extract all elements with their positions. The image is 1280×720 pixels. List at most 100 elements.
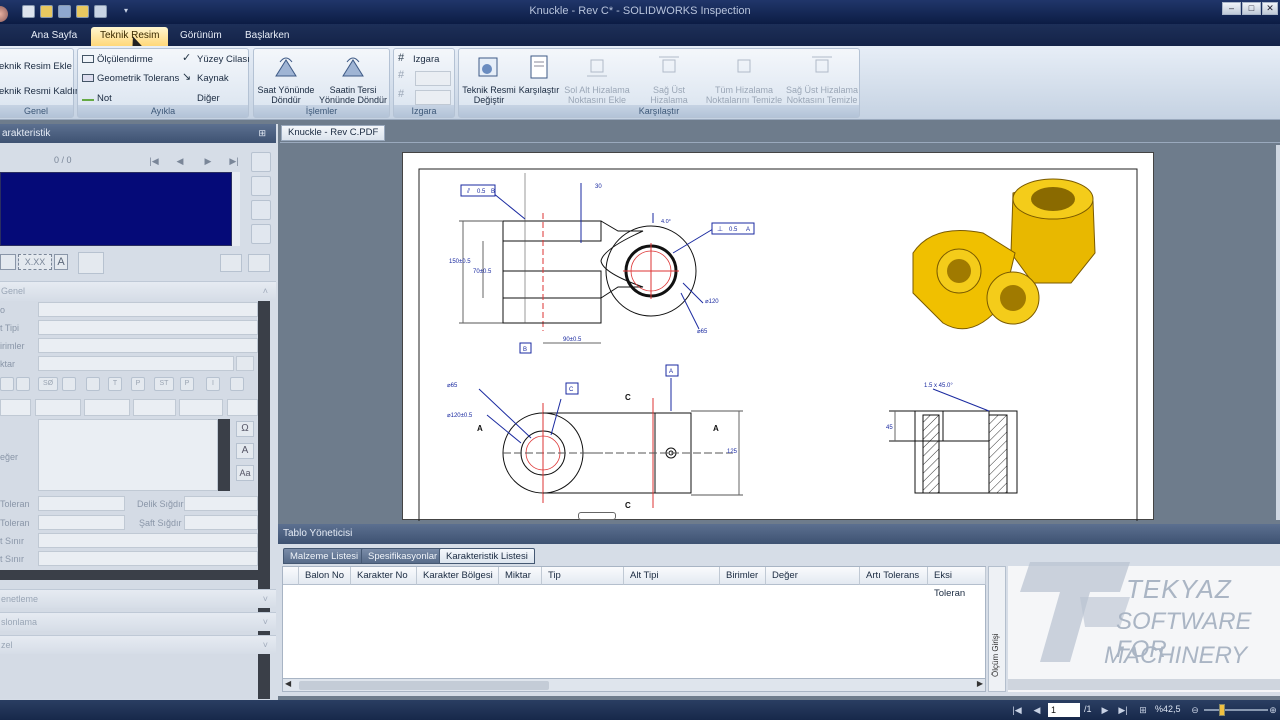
not-button[interactable]: Not: [82, 93, 112, 104]
col-karakter-bolgesi[interactable]: Karakter Bölgesi: [417, 567, 499, 585]
rotate-ccw-button[interactable]: Saatin Tersi Yönünde Döndür: [318, 54, 388, 105]
table-hscrollbar[interactable]: ◀ ▶: [282, 678, 986, 692]
symbol-t-icon[interactable]: T: [108, 377, 122, 391]
col-eksi-tolerans[interactable]: Eksi Toleran: [928, 567, 986, 599]
birimler-field[interactable]: [38, 338, 258, 353]
prev-record-icon[interactable]: ◀: [173, 154, 187, 168]
teknik-resmi-degistir-button[interactable]: Teknik Resmi Değiştir: [461, 54, 517, 105]
miktar-field[interactable]: [38, 356, 234, 371]
capture-icon[interactable]: [78, 252, 104, 274]
symbol-4-icon[interactable]: [86, 377, 100, 391]
arti-tolerans-field[interactable]: [38, 496, 125, 511]
delik-sigdir-field[interactable]: [184, 496, 258, 511]
eksi-tolerans-field[interactable]: [38, 515, 125, 530]
zoom-slider-thumb[interactable]: [1219, 704, 1225, 716]
tab-ana-sayfa[interactable]: Ana Sayfa: [22, 27, 86, 46]
maximize-button[interactable]: □: [1242, 2, 1261, 15]
symbol-sphere-dia-icon[interactable]: SØ: [38, 377, 58, 391]
modifier-3-field[interactable]: [133, 399, 176, 416]
select-tool-icon[interactable]: [251, 152, 271, 172]
col-karakter-no[interactable]: Karakter No: [351, 567, 417, 585]
col-balon-no[interactable]: Balon No: [299, 567, 351, 585]
symbol-st-icon[interactable]: ST: [154, 377, 174, 391]
omega-icon[interactable]: Ω: [236, 421, 254, 437]
grid-spacing-y-input[interactable]: [415, 90, 451, 105]
col-deger[interactable]: Değer: [766, 567, 860, 585]
symbol-2-icon[interactable]: [16, 377, 30, 391]
col-arti-tolerans[interactable]: Artı Tolerans: [860, 567, 928, 585]
preview-scrollbar[interactable]: [232, 172, 240, 246]
zoom-fit-icon[interactable]: [251, 224, 271, 244]
document-vscrollbar[interactable]: [1276, 145, 1280, 520]
font-aa-icon[interactable]: Aa: [236, 465, 254, 481]
zoom-slider[interactable]: [1204, 709, 1268, 711]
next-record-icon[interactable]: ▶: [201, 154, 215, 168]
deger-scrollbar[interactable]: [218, 419, 230, 491]
symbol-box-icon[interactable]: [230, 377, 244, 391]
measurement-scrollbar[interactable]: [1008, 679, 1280, 690]
rotate-cw-button[interactable]: Saat Yönünde Döndür: [256, 54, 316, 105]
symbol-3-icon[interactable]: [62, 377, 76, 391]
section-genel[interactable]: Genel ˄: [0, 281, 276, 300]
section-yonetim[interactable]: enetleme ˅: [0, 589, 276, 608]
settings-icon[interactable]: [248, 254, 270, 272]
tab-malzeme-listesi[interactable]: Malzeme Listesi: [283, 548, 366, 564]
page-number-input[interactable]: 1: [1048, 703, 1080, 717]
scroll-right-icon[interactable]: ▶: [977, 679, 983, 688]
zoom-in-icon[interactable]: [251, 200, 271, 220]
sol-alt-hizalama-ekle-button[interactable]: Sol Alt Hizalama Noktasını Ekle: [561, 54, 633, 105]
pin-icon[interactable]: ⊞: [258, 124, 266, 143]
balon-no-field[interactable]: [38, 302, 258, 317]
modifier-4-field[interactable]: [179, 399, 223, 416]
saft-sigdir-field[interactable]: [184, 515, 258, 530]
zoom-in-status-icon[interactable]: ⊕: [1266, 703, 1280, 717]
font-a-icon[interactable]: A: [236, 443, 254, 459]
tab-gorunum[interactable]: Görünüm: [171, 27, 231, 46]
yuzey-cilasi-button[interactable]: ✓ Yüzey Cilası: [182, 53, 250, 65]
first-record-icon[interactable]: |◀: [147, 154, 161, 168]
panel-hscrollbar[interactable]: [0, 570, 258, 580]
symbol-1-icon[interactable]: [0, 377, 14, 391]
alt-sinir-field[interactable]: [38, 551, 258, 566]
izgara-button[interactable]: # Izgara: [398, 53, 439, 65]
tab-spesifikasyonlar[interactable]: Spesifikasyonlar: [361, 548, 445, 564]
document-tab[interactable]: Knuckle - Rev C.PDF: [281, 125, 386, 141]
olculendirme-button[interactable]: Ölçülendirme: [82, 54, 153, 65]
symbol-p-icon[interactable]: P: [131, 377, 145, 391]
measurement-entry-tab[interactable]: Ölçüm Girişi: [988, 566, 1006, 692]
fit-page-icon[interactable]: ⊞: [1136, 703, 1150, 717]
teknik-resmi-kaldir-button[interactable]: eknik Resmi Kaldır: [0, 86, 78, 97]
modifier-2-button[interactable]: [84, 399, 130, 416]
last-page-icon[interactable]: ▶|: [1116, 703, 1130, 717]
geometrik-tolerans-button[interactable]: Geometrik Tolerans: [82, 73, 179, 84]
drawing-sheet[interactable]: ⫽ 0.5 B ⊥ 0.5 A 30 4.0° 150±0.5 70±0.5 9…: [402, 152, 1154, 521]
section-ozel[interactable]: zel ˅: [0, 635, 276, 654]
col-miktar[interactable]: Miktar: [499, 567, 542, 585]
format-xxx-button[interactable]: X.XX: [18, 254, 52, 270]
scroll-left-icon[interactable]: ◀: [285, 679, 291, 688]
copy-icon[interactable]: [220, 254, 242, 272]
zoom-out-icon[interactable]: ⊖: [1188, 703, 1202, 717]
minimize-button[interactable]: –: [1222, 2, 1241, 15]
modifier-dropdown[interactable]: [0, 399, 31, 416]
alt-tipi-field[interactable]: [38, 320, 258, 335]
modifier-5-field[interactable]: [227, 399, 258, 416]
ust-sinir-field[interactable]: [38, 533, 258, 548]
karsilastir-button[interactable]: Karşılaştır: [517, 54, 561, 95]
modifier-1-button[interactable]: [35, 399, 81, 416]
col-birimler[interactable]: Birimler: [720, 567, 766, 585]
miktar-calc-icon[interactable]: [236, 356, 254, 371]
shape-tool-icon[interactable]: [0, 254, 16, 270]
tab-karakteristik-listesi[interactable]: Karakteristik Listesi: [439, 548, 535, 564]
diger-button[interactable]: Diğer: [182, 93, 220, 104]
close-button[interactable]: ✕: [1262, 2, 1278, 15]
table-scroll-thumb[interactable]: [299, 681, 549, 690]
kaynak-button[interactable]: ↘ Kaynak: [182, 72, 229, 84]
col-alt-tipi[interactable]: Alt Tipi: [624, 567, 720, 585]
prev-page-icon[interactable]: ◀: [1030, 703, 1044, 717]
deger-textarea[interactable]: [38, 419, 218, 491]
pan-tool-icon[interactable]: [251, 176, 271, 196]
grid-spacing-x-input[interactable]: [415, 71, 451, 86]
tum-hizalama-temizle-button[interactable]: Tüm Hizalama Noktalarını Temizle: [705, 54, 783, 105]
format-a-button[interactable]: A: [54, 254, 68, 270]
